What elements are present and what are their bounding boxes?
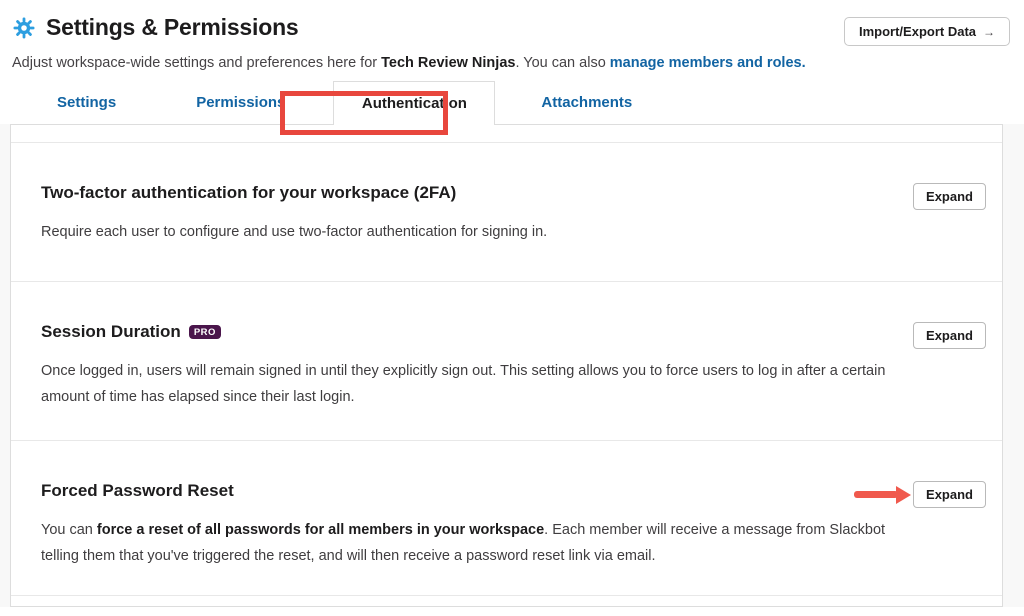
subtitle-middle: . You can also [515,55,609,71]
tab-bar: Settings Permissions Authentication Atta… [12,81,1010,124]
page-title: Settings & Permissions [46,14,299,41]
panel-top-strip [11,125,1002,143]
manage-members-link[interactable]: manage members and roles. [610,55,806,71]
section-title: Session Duration [41,322,181,342]
gear-icon-shape [14,17,35,38]
tab-settings[interactable]: Settings [45,81,128,124]
subtitle-prefix: Adjust workspace-wide settings and prefe… [12,55,381,71]
section-session-duration: Session Duration PRO Expand Once logged … [11,282,1002,441]
section-forced-password-reset: Forced Password Reset Expand You can for… [11,441,1002,596]
arrow-annotation [854,486,911,504]
section-description: Once logged in, users will remain signed… [41,358,901,410]
tab-permissions[interactable]: Permissions [184,81,297,124]
section-two-factor-auth: Two-factor authentication for your works… [11,143,1002,282]
page-header: Settings & Permissions Import/Export Dat… [0,0,1024,124]
section-title: Forced Password Reset [41,481,234,501]
expand-button-2fa[interactable]: Expand [913,183,986,210]
workspace-name: Tech Review Ninjas [381,55,515,71]
content-area: Two-factor authentication for your works… [0,124,1024,607]
description-bold: force a reset of all passwords for all m… [97,522,544,538]
arrow-annotation-head [896,486,911,504]
pro-badge: PRO [189,325,221,340]
expand-button-session-duration[interactable]: Expand [913,322,986,349]
tab-authentication[interactable]: Authentication [333,81,495,125]
section-description: Require each user to configure and use t… [41,219,901,245]
gear-icon [12,16,36,40]
expand-button-forced-password-reset[interactable]: Expand [913,481,986,508]
page-subtitle: Adjust workspace-wide settings and prefe… [12,55,1010,71]
description-prefix: You can [41,522,97,538]
arrow-annotation-shaft [854,491,898,498]
section-description: You can force a reset of all passwords f… [41,517,901,569]
import-export-label: Import/Export Data [859,24,976,39]
next-section-partial [11,596,1002,607]
arrow-right-icon: → [983,25,995,39]
settings-panel: Two-factor authentication for your works… [10,124,1003,607]
tab-attachments[interactable]: Attachments [529,81,644,124]
import-export-button[interactable]: Import/Export Data → [844,17,1010,46]
section-title: Two-factor authentication for your works… [41,183,456,203]
